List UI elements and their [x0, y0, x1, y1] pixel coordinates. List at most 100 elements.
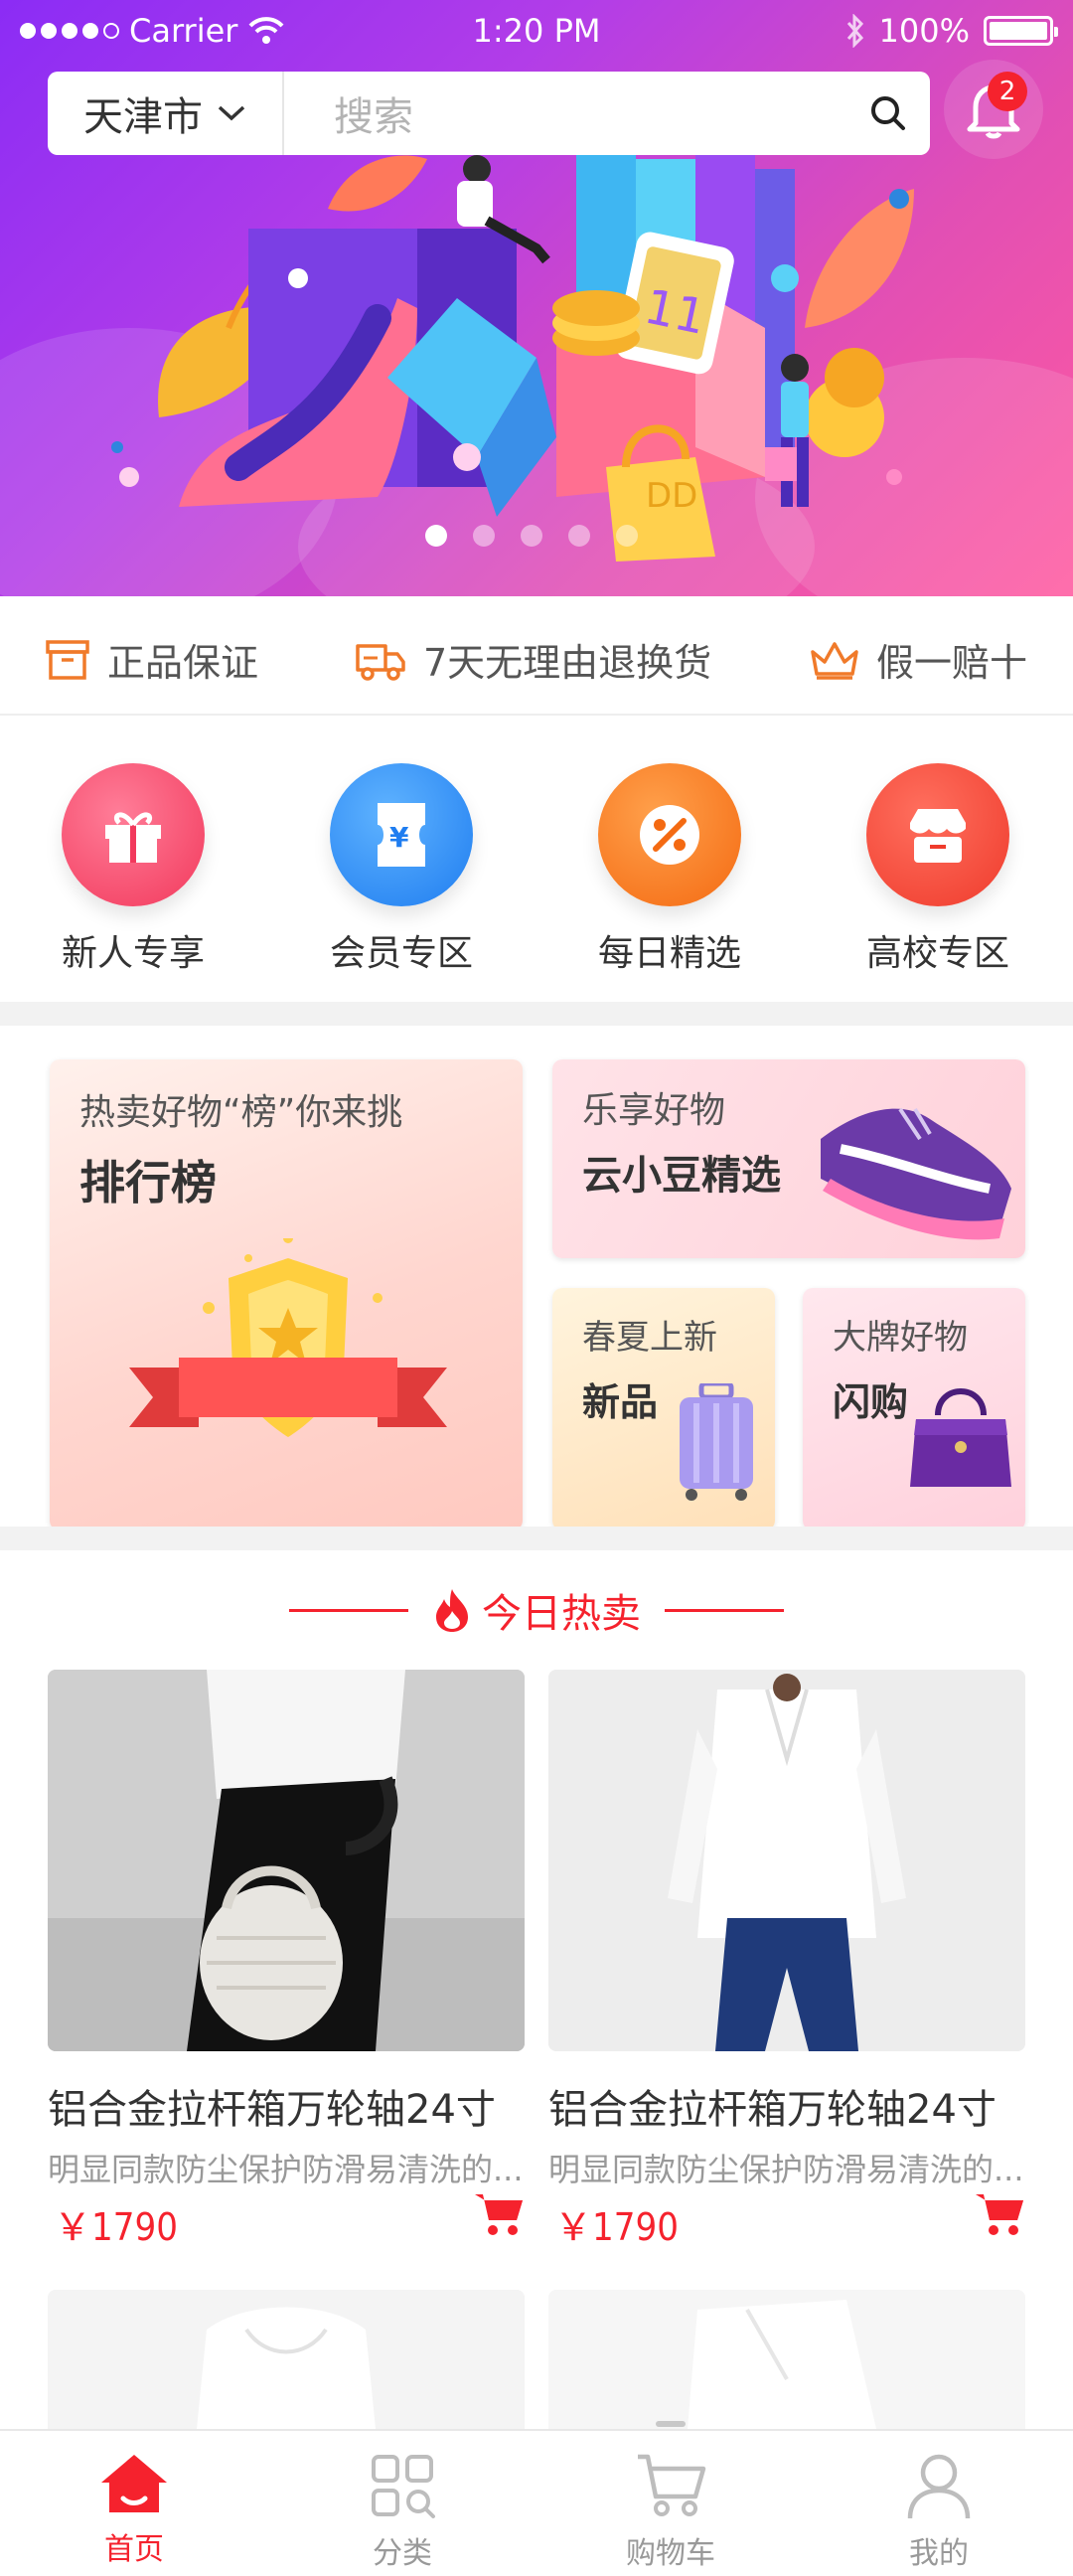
truck-icon: [356, 643, 405, 681]
guarantee-label: 7天无理由退换货: [423, 641, 712, 685]
carousel-dot[interactable]: [425, 525, 447, 547]
tab-label: 我的: [909, 2536, 969, 2571]
battery-percent: 100%: [878, 12, 970, 50]
status-right: 100%: [845, 12, 1058, 50]
new-arrivals-subtitle: 春夏上新: [582, 1318, 717, 1358]
ranking-tile[interactable]: 热卖好物“榜”你来挑 排行榜: [50, 1059, 523, 1530]
guarantee-label: 正品保证: [107, 641, 259, 685]
search-bar: 天津市 搜索: [48, 72, 930, 155]
category-label: 新人专享: [61, 933, 205, 974]
store-icon: [866, 763, 1009, 906]
handbag-image: [910, 1388, 1011, 1487]
svg-text:DD: DD: [646, 476, 697, 516]
divider-line: [665, 1608, 784, 1612]
guarantee-compensation: 假一赔十: [809, 632, 1027, 687]
product-price: ￥1790: [54, 2205, 178, 2249]
divider-line: [289, 1608, 408, 1612]
hot-title-label: 今日热卖: [482, 1591, 641, 1637]
category-newcomer[interactable]: 新人专享: [24, 763, 242, 976]
suitcase-image: [680, 1383, 753, 1501]
discount-icon: [598, 763, 741, 906]
chevron-down-icon: [218, 105, 245, 121]
guarantee-label: 假一赔十: [876, 641, 1028, 685]
battery-icon: [984, 16, 1058, 46]
category-label: 每日精选: [597, 933, 741, 974]
product-name: 铝合金拉杆箱万轮轴24寸: [48, 2087, 496, 2133]
cart-icon: [976, 2194, 1023, 2235]
flash-sale-subtitle: 大牌好物: [833, 1318, 968, 1358]
category-daily-picks[interactable]: 每日精选: [560, 763, 779, 976]
yunxiaodou-tile[interactable]: 乐享好物 云小豆精选: [552, 1059, 1025, 1258]
yunxiaodou-title: 云小豆精选: [582, 1153, 781, 1199]
carousel-dot[interactable]: [568, 525, 590, 547]
new-arrivals-tile[interactable]: 春夏上新 新品: [552, 1288, 775, 1530]
svg-text:¥: ¥: [389, 821, 409, 854]
carousel-dot[interactable]: [473, 525, 495, 547]
category-label: 高校专区: [865, 933, 1009, 974]
guarantee-bar: 正品保证 7天无理由退换货 假一赔十: [0, 596, 1073, 716]
product-card[interactable]: [48, 2290, 525, 2429]
product-image[interactable]: [48, 2290, 525, 2429]
city-label: 天津市: [83, 94, 203, 140]
hot-section-header: 今日热卖: [0, 1550, 1073, 1670]
scroll-indicator: [656, 2421, 686, 2427]
home-icon: [101, 2455, 167, 2512]
bluetooth-icon: [846, 14, 863, 48]
tab-label: 购物车: [626, 2536, 715, 2571]
search-icon[interactable]: [846, 72, 930, 155]
category-label: 会员专区: [329, 933, 473, 974]
product-price: ￥1790: [554, 2205, 679, 2249]
product-image[interactable]: [548, 2290, 1025, 2429]
product-description: 明显同款防尘保护防滑易清洗的...: [548, 2151, 1024, 2188]
box-icon: [46, 639, 89, 680]
tab-label: 分类: [373, 2536, 432, 2571]
search-input[interactable]: 搜索: [284, 84, 846, 142]
sneaker-image: [821, 1107, 1011, 1240]
city-selector[interactable]: 天津市: [48, 72, 284, 155]
guarantee-return: 7天无理由退换货: [354, 632, 711, 687]
status-bar: Carrier 1:20 PM 100%: [0, 0, 1073, 64]
ticket-icon: ¥: [330, 763, 473, 906]
ranking-title: 排行榜: [79, 1156, 217, 1209]
notification-badge: 2: [988, 72, 1027, 111]
carousel-dot[interactable]: [616, 525, 638, 547]
trophy-shield-icon: [129, 1238, 447, 1437]
user-icon: [907, 2454, 971, 2519]
product-card[interactable]: 铝合金拉杆箱万轮轴24寸 明显同款防尘保护防滑易清洗的... ￥1790: [48, 1670, 525, 2266]
cart-icon: [475, 2194, 523, 2235]
new-arrivals-title: 新品: [582, 1380, 659, 1424]
gift-icon: [62, 763, 205, 906]
product-card[interactable]: [548, 2290, 1025, 2429]
product-image[interactable]: [548, 1670, 1025, 2051]
product-card[interactable]: 铝合金拉杆箱万轮轴24寸 明显同款防尘保护防滑易清洗的... ￥1790: [548, 1670, 1025, 2266]
tab-cart[interactable]: 购物车: [536, 2431, 805, 2576]
tab-home[interactable]: 首页: [0, 2431, 268, 2576]
flame-icon: [436, 1589, 468, 1632]
crown-icon: [811, 641, 858, 680]
category-campus[interactable]: 高校专区: [829, 763, 1047, 976]
product-image[interactable]: [48, 1670, 525, 2051]
notification-button[interactable]: [944, 60, 1043, 159]
section-divider: [0, 1527, 1073, 1550]
hero-banner[interactable]: 11 DD Carrier 1:20 PM 100% 天津市 搜索 2: [0, 0, 1073, 596]
flash-sale-tile[interactable]: 大牌好物 闪购: [803, 1288, 1025, 1530]
tab-category[interactable]: 分类: [268, 2431, 536, 2576]
cart-icon: [638, 2454, 706, 2516]
category-member[interactable]: ¥ 会员专区: [292, 763, 511, 976]
yunxiaodou-subtitle: 乐享好物: [582, 1090, 726, 1131]
flash-sale-title: 闪购: [833, 1380, 909, 1424]
tab-label: 首页: [104, 2532, 164, 2567]
grid-icon: [372, 2455, 435, 2518]
add-to-cart-button[interactable]: [473, 2190, 525, 2242]
hot-title: 今日热卖: [432, 1581, 641, 1639]
carousel-indicator: [425, 525, 638, 547]
tab-profile[interactable]: 我的: [805, 2431, 1073, 2576]
ranking-subtitle: 热卖好物“榜”你来挑: [79, 1092, 403, 1133]
product-description: 明显同款防尘保护防滑易清洗的...: [48, 2151, 524, 2188]
promo-section: 热卖好物“榜”你来挑 排行榜 乐享好物 云小豆精选 春夏上新 新品 大牌好物 闪…: [0, 1026, 1073, 1530]
carousel-dot[interactable]: [521, 525, 542, 547]
section-divider: [0, 1002, 1073, 1026]
product-name: 铝合金拉杆箱万轮轴24寸: [548, 2087, 996, 2133]
category-grid: 新人专享 ¥ 会员专区 每日精选 高校专区: [0, 718, 1073, 1002]
add-to-cart-button[interactable]: [974, 2190, 1025, 2242]
